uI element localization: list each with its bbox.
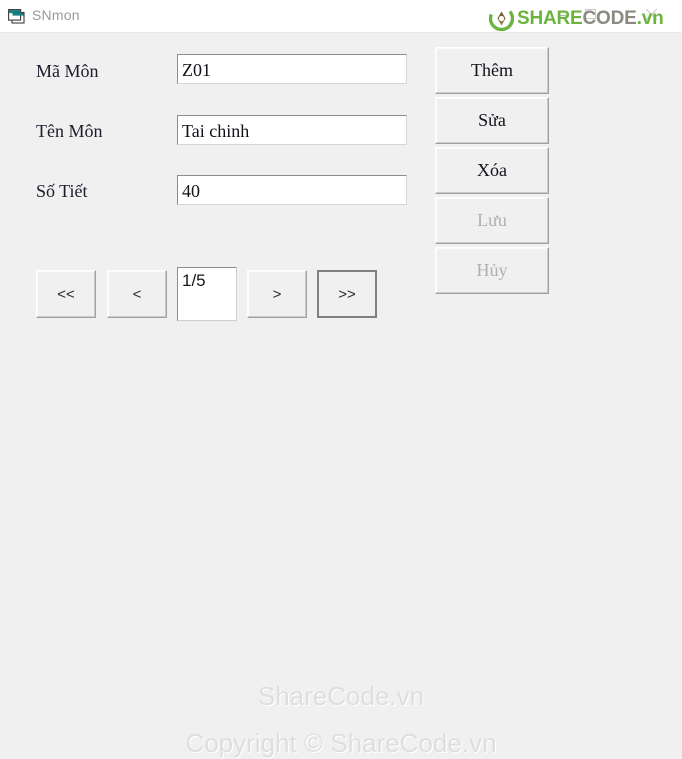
sharecode-logo-text-vn: .vn xyxy=(636,7,664,29)
input-ma-mon[interactable]: Z01 xyxy=(177,54,407,84)
title-bar: SNmon SHARECODE.vn xyxy=(0,0,682,33)
label-so-tiet: Số Tiết xyxy=(36,181,88,201)
nav-first-button[interactable]: << xyxy=(36,270,96,318)
sharecode-logo-text-share: SHARE xyxy=(517,7,583,29)
window-title: SNmon xyxy=(32,7,80,23)
nav-prev-button[interactable]: < xyxy=(107,270,167,318)
label-ten-mon: Tên Môn xyxy=(36,121,103,141)
form-window-icon xyxy=(8,9,25,24)
delete-button[interactable]: Xóa xyxy=(435,147,549,194)
input-so-tiet[interactable]: 40 xyxy=(177,175,407,205)
form-body: Mã Môn Z01 Tên Môn Tai chinh Số Tiết 40 … xyxy=(0,33,682,758)
input-ten-mon[interactable]: Tai chinh xyxy=(177,115,407,145)
sharecode-logo-text-code: CODE xyxy=(582,7,637,29)
footer-watermark-copyright: Copyright © ShareCode.vn xyxy=(185,728,497,758)
nav-last-button[interactable]: >> xyxy=(317,270,377,318)
sharecode-recycle-logo-icon xyxy=(488,5,515,31)
label-ma-mon: Mã Môn xyxy=(36,61,99,81)
save-button[interactable]: Lưu xyxy=(435,197,549,244)
record-position-input[interactable]: 1/5 xyxy=(177,267,237,321)
add-button[interactable]: Thêm xyxy=(435,47,549,94)
cancel-button[interactable]: Hủy xyxy=(435,247,549,294)
footer-watermark-brand: ShareCode.vn xyxy=(257,681,425,711)
nav-next-button[interactable]: > xyxy=(247,270,307,318)
edit-button[interactable]: Sửa xyxy=(435,97,549,144)
sharecode-watermark: SHARECODE.vn xyxy=(488,5,664,31)
